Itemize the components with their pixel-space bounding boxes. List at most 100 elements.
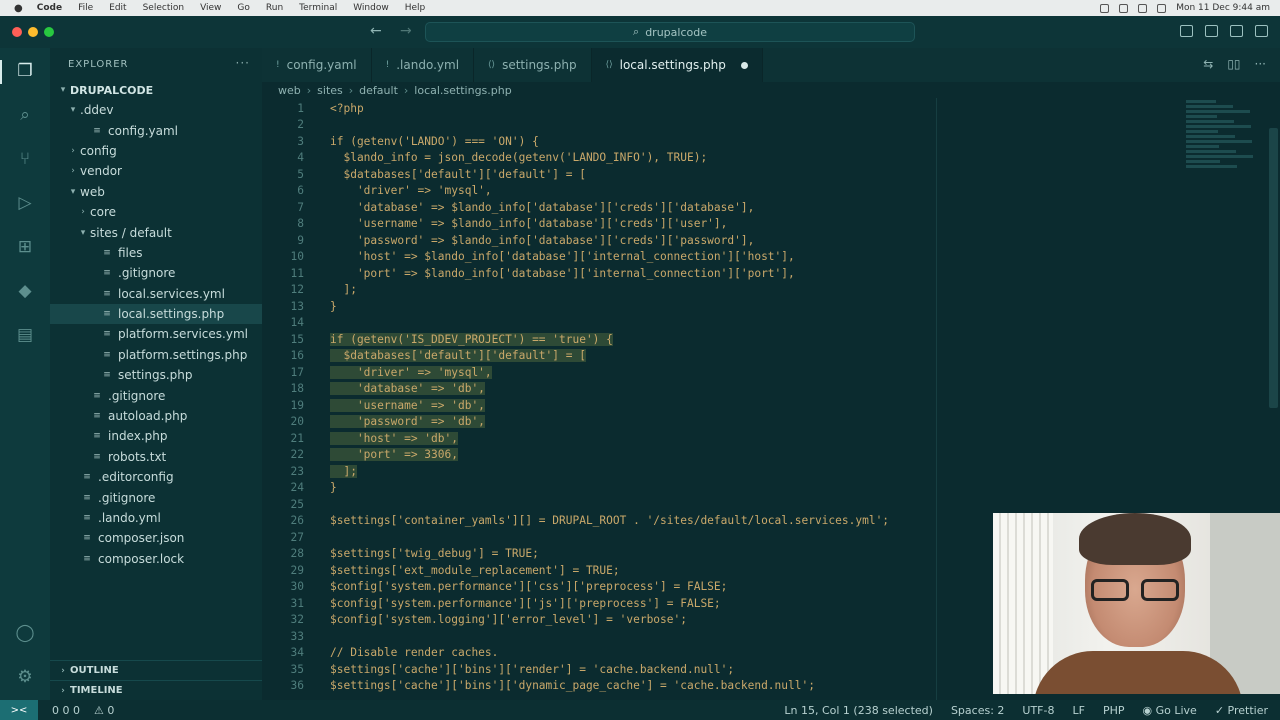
code-line[interactable]: 20 'password' => 'db', [262,414,1182,431]
back-arrow-icon[interactable]: ← [370,23,382,39]
menu-terminal[interactable]: Terminal [299,3,337,13]
tree-file[interactable]: ≡ config.yaml [50,120,262,140]
control-center-icon[interactable] [1157,3,1167,13]
code-line[interactable]: 9 'password' => $lando_info['database'][… [262,232,1182,249]
menu-window[interactable]: Window [353,3,389,13]
tree-file[interactable]: ≡ composer.json [50,528,262,548]
code-line[interactable]: 19 'username' => 'db', [262,397,1182,414]
tab-local-settings-php[interactable]: ⟨⟩ local.settings.php [591,48,763,82]
code-line[interactable]: 1 <?php [262,100,1182,117]
breadcrumb-item[interactable]: local.settings.php [414,84,511,97]
tree-file[interactable]: ≡ robots.txt [50,447,262,467]
outline-section[interactable]: › OUTLINE [50,660,262,680]
menu-go[interactable]: Go [237,3,249,13]
code-line[interactable]: 4 $lando_info = json_decode(getenv('LAND… [262,150,1182,167]
remote-indicator-icon[interactable]: >< [0,700,38,720]
unsaved-dot-icon[interactable] [740,61,748,69]
code-line[interactable]: 17 'driver' => 'mysql', [262,364,1182,381]
search-icon[interactable] [1138,3,1148,13]
menu-help[interactable]: Help [405,3,426,13]
code-line[interactable]: 5 $databases['default']['default'] = [ [262,166,1182,183]
tree-folder[interactable]: ▾ sites / default [50,222,262,242]
menu-view[interactable]: View [200,3,221,13]
close-window-button[interactable] [12,27,22,37]
tree-file[interactable]: ≡ platform.settings.php [50,345,262,365]
tree-file[interactable]: ≡ local.settings.php [50,303,262,325]
extensions-icon[interactable]: ⊞ [13,236,37,258]
breadcrumb-item[interactable]: sites [317,84,343,97]
code-line[interactable]: 18 'database' => 'db', [262,381,1182,398]
split-editor-icon[interactable]: ▯▯ [1227,57,1240,71]
breadcrumb-item[interactable]: web [278,84,301,97]
tree-file[interactable]: ≡ index.php [50,426,262,446]
menu-edit[interactable]: Edit [109,3,126,13]
toggle-secondary-sidebar-icon[interactable] [1230,25,1243,37]
apple-logo-icon[interactable]: ● [14,3,23,14]
tab-settings-php[interactable]: ⟨⟩ settings.php [474,48,592,82]
docker-icon[interactable]: ◆ [13,280,37,302]
problems-status[interactable]: 0 0 0 [52,704,80,717]
more-actions-icon[interactable]: ··· [236,56,250,70]
code-line[interactable]: 14 [262,315,1182,332]
battery-icon[interactable] [1119,3,1129,13]
code-line[interactable]: 12 ]; [262,282,1182,299]
code-line[interactable]: 3 if (getenv('LANDO') === 'ON') { [262,133,1182,150]
account-icon[interactable]: ◯ [13,622,37,644]
tree-file[interactable]: ≡ settings.php [50,365,262,385]
tree-folder[interactable]: › core [50,202,262,222]
run-debug-icon[interactable]: ▷ [13,192,37,214]
tree-file[interactable]: ≡ .gitignore [50,385,262,405]
code-line[interactable]: 11 'port' => $lando_info['database']['in… [262,265,1182,282]
tree-file[interactable]: ≡ .lando.yml [50,508,262,528]
editor-scrollbar[interactable] [1269,128,1278,408]
code-line[interactable]: 6 'driver' => 'mysql', [262,183,1182,200]
toggle-panel-icon[interactable] [1205,25,1218,37]
tab-lando-yml[interactable]: ! .lando.yml [372,48,475,82]
warnings-status[interactable]: ⚠ 0 [94,704,114,717]
tree-folder[interactable]: › vendor [50,161,262,181]
tree-file[interactable]: ≡ .editorconfig [50,467,262,487]
eol-status[interactable]: LF [1072,704,1084,717]
zoom-window-button[interactable] [44,27,54,37]
search-icon[interactable]: ⌕ [13,104,37,126]
breadcrumb-item[interactable]: default [359,84,398,97]
code-line[interactable]: 16 $databases['default']['default'] = [ [262,348,1182,365]
more-actions-icon[interactable]: ··· [1255,57,1266,71]
code-line[interactable]: 7 'database' => $lando_info['database'][… [262,199,1182,216]
tree-file[interactable]: ≡ composer.lock [50,549,262,569]
code-line[interactable]: 24} [262,480,1182,497]
tree-file[interactable]: ≡ files [50,243,262,263]
compare-changes-icon[interactable]: ⇆ [1203,57,1213,71]
go-live-button[interactable]: ◉ Go Live [1142,704,1196,717]
explorer-icon[interactable]: ❐ [13,60,37,82]
encoding-status[interactable]: UTF-8 [1022,704,1054,717]
prettier-button[interactable]: ✓ Prettier [1215,704,1268,717]
code-line[interactable]: 2 [262,117,1182,134]
code-line[interactable]: 10 'host' => $lando_info['database']['in… [262,249,1182,266]
gear-icon[interactable]: ⚙ [13,666,37,688]
code-line[interactable]: 8 'username' => $lando_info['database'][… [262,216,1182,233]
tree-file[interactable]: ≡ platform.services.yml [50,324,262,344]
code-line[interactable]: 25 [262,496,1182,513]
remote-explorer-icon[interactable]: ▤ [13,324,37,346]
tree-file[interactable]: ≡ .gitignore [50,263,262,283]
tree-folder[interactable]: ▾ .ddev [50,100,262,120]
wifi-icon[interactable] [1100,3,1110,13]
menu-file[interactable]: File [78,3,93,13]
tree-folder[interactable]: ▾ web [50,182,262,202]
code-line[interactable]: 13} [262,298,1182,315]
tree-folder[interactable]: › config [50,141,262,161]
command-center-search[interactable]: ⌕ drupalcode [425,22,915,42]
code-line[interactable]: 23 ]; [262,463,1182,480]
forward-arrow-icon[interactable]: → [400,23,412,39]
indentation-status[interactable]: Spaces: 2 [951,704,1004,717]
tree-file[interactable]: ≡ .gitignore [50,487,262,507]
customize-layout-icon[interactable] [1255,25,1268,37]
code-line[interactable]: 21 'host' => 'db', [262,430,1182,447]
menu-selection[interactable]: Selection [143,3,184,13]
tab-config-yaml[interactable]: ! config.yaml [262,48,372,82]
menu-code[interactable]: Code [37,3,62,13]
tree-file[interactable]: ≡ autoload.php [50,406,262,426]
menubar-clock[interactable]: Mon 11 Dec 9:44 am [1176,3,1270,13]
workspace-root[interactable]: ▾ DRUPALCODE [50,80,262,100]
